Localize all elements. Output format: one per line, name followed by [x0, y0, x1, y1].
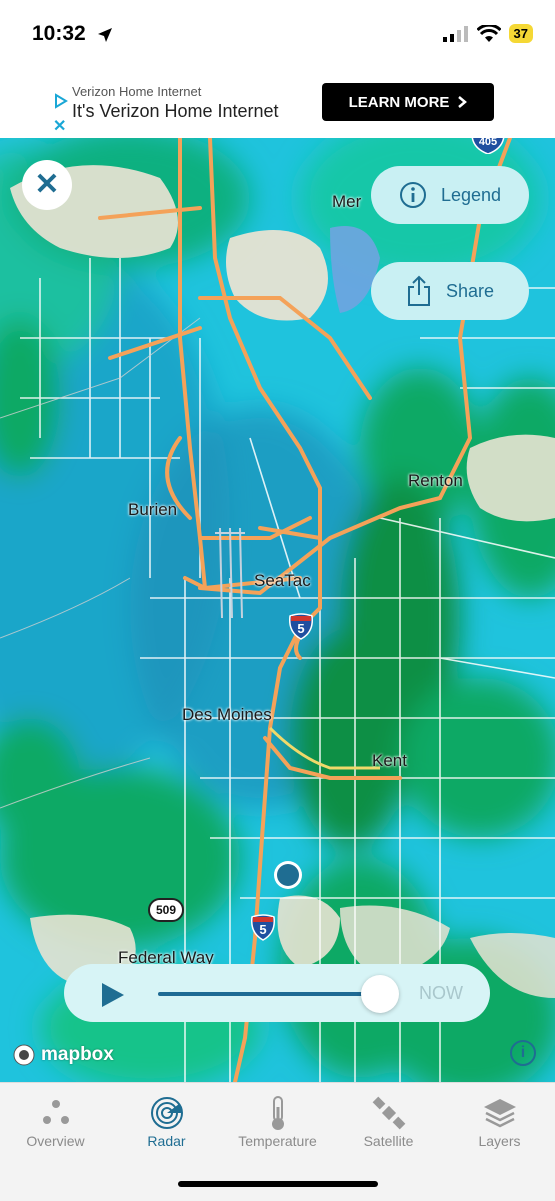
interstate-5-shield-upper: 5 — [288, 612, 314, 640]
chevron-right-icon — [458, 96, 468, 108]
tab-satellite-label: Satellite — [363, 1133, 414, 1149]
clock: 10:32 — [32, 22, 86, 45]
radar-timeline-player: NOW — [64, 964, 490, 1022]
share-icon — [407, 275, 430, 306]
timeline-track[interactable] — [158, 992, 380, 996]
share-button[interactable]: Share — [371, 262, 529, 320]
tab-layers-label: Layers — [478, 1133, 521, 1149]
ad-banner[interactable]: ✕ Verizon Home Internet It's Verizon Hom… — [50, 68, 505, 136]
tab-radar-label: Radar — [147, 1133, 186, 1149]
timeline-slider-thumb[interactable] — [361, 975, 399, 1013]
mapbox-logo-icon — [13, 1044, 35, 1066]
mapbox-label: mapbox — [41, 1044, 114, 1065]
close-map-button[interactable]: ✕ — [22, 160, 72, 210]
layers-icon — [483, 1099, 516, 1128]
map-label-burien: Burien — [128, 500, 178, 519]
now-label: NOW — [419, 983, 463, 1003]
thermometer-icon — [271, 1096, 284, 1130]
map-label-renton: Renton — [408, 471, 463, 490]
home-indicator — [178, 1181, 378, 1187]
learn-more-label: LEARN MORE — [348, 93, 450, 111]
route-509-label: 509 — [155, 903, 177, 917]
adchoices-icon[interactable] — [54, 93, 68, 109]
interstate-405-shield: 405 — [470, 138, 506, 155]
play-icon[interactable] — [100, 983, 126, 1007]
tab-layers[interactable]: Layers — [444, 1093, 555, 1149]
location-arrow-icon — [98, 28, 112, 42]
legend-label: Legend — [440, 184, 502, 205]
interstate-5-shield-lower: 5 — [250, 913, 276, 941]
route-509-shield: 509 — [148, 898, 184, 922]
map-label-des-moines: Des Moines — [182, 705, 272, 724]
cellular-signal-icon — [442, 25, 468, 42]
legend-button[interactable]: Legend — [371, 166, 529, 224]
battery-level: 37 — [508, 24, 533, 43]
ad-advertiser: Verizon Home Internet — [72, 84, 202, 99]
status-bar: 10:32 37 — [0, 0, 555, 68]
interstate-5-label: 5 — [259, 922, 267, 937]
satellite-icon — [372, 1096, 405, 1130]
interstate-405-label: 405 — [478, 138, 498, 148]
map-info-button[interactable]: i — [510, 1040, 536, 1066]
map-label-kent: Kent — [372, 751, 407, 770]
tab-satellite[interactable]: Satellite — [333, 1093, 444, 1149]
wifi-icon — [476, 24, 501, 42]
ad-headline: It's Verizon Home Internet — [72, 101, 279, 121]
info-glyph: i — [520, 1044, 526, 1061]
tab-overview-label: Overview — [26, 1133, 85, 1149]
overview-icon — [42, 1100, 69, 1124]
info-icon — [399, 182, 426, 208]
tab-temperature[interactable]: Temperature — [222, 1093, 333, 1149]
mapbox-attribution[interactable]: mapbox — [12, 1043, 114, 1067]
tab-overview[interactable]: Overview — [0, 1093, 111, 1149]
map-label-mer: Mer — [332, 192, 362, 211]
close-icon: ✕ — [34, 168, 60, 201]
map-label-seatac: SeaTac — [254, 571, 311, 590]
interstate-5-label: 5 — [297, 621, 305, 636]
share-label: Share — [445, 280, 495, 301]
tab-temperature-label: Temperature — [238, 1133, 317, 1149]
radar-icon — [150, 1097, 183, 1129]
ad-close-icon[interactable]: ✕ — [53, 116, 66, 136]
tab-radar[interactable]: Radar — [111, 1093, 222, 1149]
learn-more-button[interactable]: LEARN MORE — [322, 83, 494, 121]
